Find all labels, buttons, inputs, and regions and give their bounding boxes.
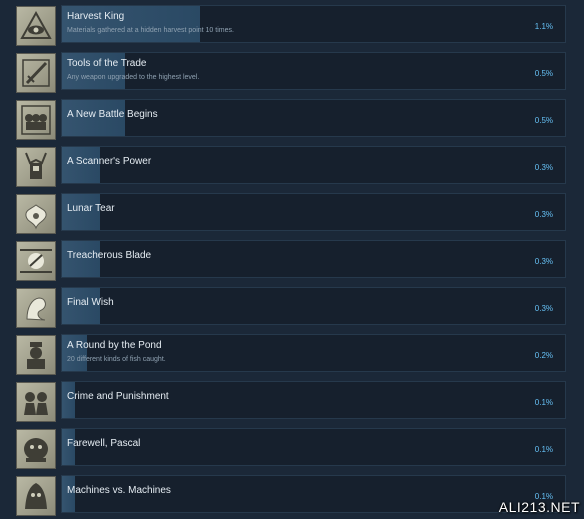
achievement-description: 20 different kinds of fish caught.: [67, 356, 166, 363]
achievement-description: Any weapon upgraded to the highest level…: [67, 74, 200, 81]
machines-icon: [16, 100, 56, 140]
achievement-progress-bar: A Round by the Pond 20 different kinds of…: [61, 334, 566, 372]
achievement-title: Harvest King: [67, 11, 125, 22]
achievement-description: Materials gathered at a hidden harvest p…: [67, 27, 234, 34]
achievement-row[interactable]: Machines vs. Machines 0.1%: [0, 475, 584, 517]
achievement-unlock-percent: 0.5%: [534, 116, 553, 125]
achievement-row[interactable]: A Scanner's Power 0.3%: [0, 146, 584, 188]
scanner-icon: [16, 147, 56, 187]
achievement-title: Tools of the Trade: [67, 58, 147, 69]
achievement-progress-bar: Machines vs. Machines 0.1%: [61, 475, 566, 513]
site-watermark: ALI213.NET: [498, 499, 580, 515]
achievement-unlock-percent: 0.3%: [534, 257, 553, 266]
prisoners-icon: [16, 382, 56, 422]
achievement-title: Treacherous Blade: [67, 250, 152, 261]
achievement-progress-bar: Farewell, Pascal 0.1%: [61, 428, 566, 466]
achievement-title: A Scanner's Power: [67, 156, 152, 167]
achievement-title: A New Battle Begins: [67, 109, 158, 120]
achievement-progress-bar: Harvest King Materials gathered at a hidd…: [61, 5, 566, 43]
achievement-row[interactable]: A New Battle Begins 0.5%: [0, 99, 584, 141]
sword-icon: [16, 53, 56, 93]
flower-icon: [16, 194, 56, 234]
hooded-machine-icon: [16, 476, 56, 516]
pascal-icon: [16, 429, 56, 469]
achievement-unlock-percent: 0.5%: [534, 69, 553, 78]
achievement-row[interactable]: Treacherous Blade 0.3%: [0, 240, 584, 282]
achievement-unlock-percent: 1.1%: [534, 22, 553, 31]
achievement-progress-bar: Crime and Punishment 0.1%: [61, 381, 566, 419]
achievement-unlock-percent: 0.3%: [534, 163, 553, 172]
achievement-title: A Round by the Pond: [67, 340, 162, 351]
achievement-unlock-percent: 0.1%: [534, 398, 553, 407]
achievement-row[interactable]: Final Wish 0.3%: [0, 287, 584, 329]
achievement-progress-bar: A New Battle Begins 0.5%: [61, 99, 566, 137]
achievement-row[interactable]: Harvest King Materials gathered at a hidd…: [0, 5, 584, 47]
achievement-title: Machines vs. Machines: [67, 485, 171, 496]
achievement-unlock-percent: 0.3%: [534, 304, 553, 313]
achievement-title: Final Wish: [67, 297, 114, 308]
achievement-progress-bar: A Scanner's Power 0.3%: [61, 146, 566, 184]
achievement-title: Lunar Tear: [67, 203, 115, 214]
achievement-progress-bar: Tools of the Trade Any weapon upgraded to…: [61, 52, 566, 90]
achievement-unlock-percent: 0.2%: [534, 351, 553, 360]
achievement-progress-bar: Lunar Tear 0.3%: [61, 193, 566, 231]
eye-icon: [16, 6, 56, 46]
achievement-title: Farewell, Pascal: [67, 438, 141, 449]
fisher-icon: [16, 335, 56, 375]
achievement-row[interactable]: A Round by the Pond 20 different kinds of…: [0, 334, 584, 376]
achievement-row[interactable]: Farewell, Pascal 0.1%: [0, 428, 584, 470]
achievement-title: Crime and Punishment: [67, 391, 169, 402]
achievement-progress-bar: Final Wish 0.3%: [61, 287, 566, 325]
blade-icon: [16, 241, 56, 281]
wish-icon: [16, 288, 56, 328]
achievement-unlock-percent: 0.3%: [534, 210, 553, 219]
achievement-row[interactable]: Tools of the Trade Any weapon upgraded to…: [0, 52, 584, 94]
achievement-row[interactable]: Lunar Tear 0.3%: [0, 193, 584, 235]
achievement-progress-bar: Treacherous Blade 0.3%: [61, 240, 566, 278]
achievement-row[interactable]: Crime and Punishment 0.1%: [0, 381, 584, 423]
achievement-unlock-percent: 0.1%: [534, 445, 553, 454]
